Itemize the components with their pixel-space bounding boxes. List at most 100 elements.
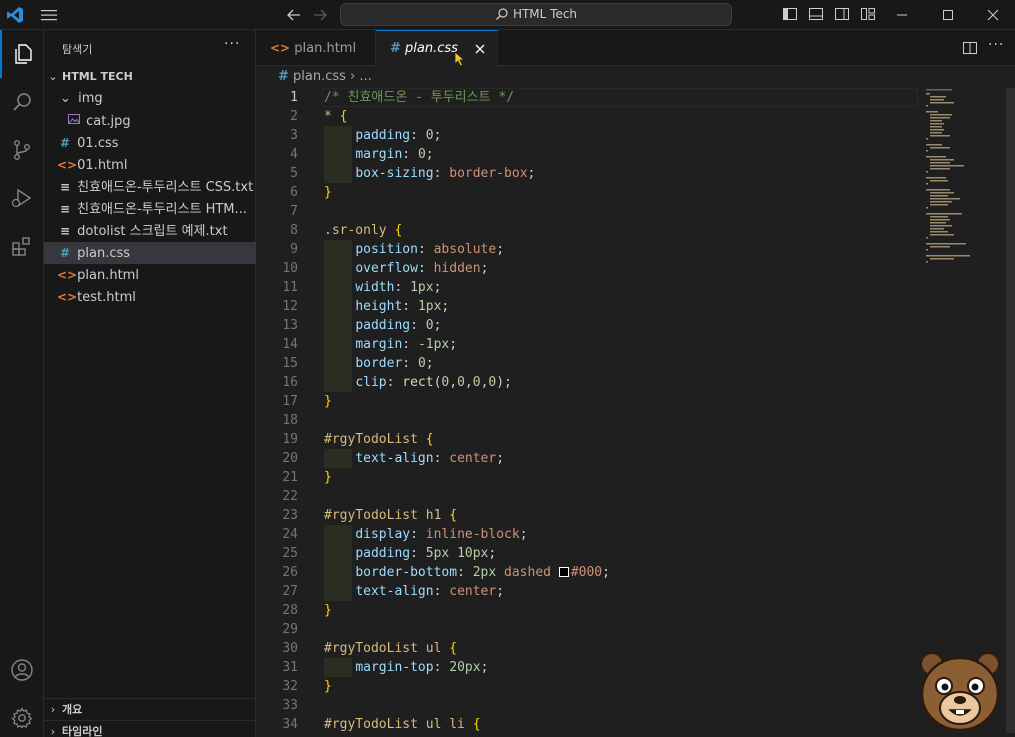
maximize-button[interactable]: [925, 0, 971, 30]
code-token: :: [433, 660, 450, 675]
html-file-icon: <>: [57, 268, 78, 282]
outline-section-header[interactable]: › 개요: [44, 698, 256, 720]
tree-item-01-html[interactable]: <> 01.html: [44, 154, 256, 176]
minimize-button[interactable]: [879, 0, 925, 30]
code-token: ;: [433, 128, 442, 143]
tab-plan-html[interactable]: <> plan.html: [256, 30, 376, 66]
code-line[interactable]: padding: 0;: [324, 316, 441, 335]
manage-button[interactable]: [0, 694, 44, 737]
code-line[interactable]: margin: 0;: [324, 145, 434, 164]
breadcrumb-file[interactable]: plan.css: [293, 69, 346, 84]
text-file-icon: ≡: [59, 202, 71, 216]
explorer-button[interactable]: [0, 30, 44, 78]
code-line[interactable]: * {: [324, 107, 347, 126]
code-line[interactable]: margin: -1px;: [324, 335, 457, 354]
code-token: ;: [425, 147, 434, 162]
tree-item-test-html[interactable]: <> test.html: [44, 286, 256, 308]
code-token: 0: [457, 375, 465, 390]
code-line[interactable]: .sr-only {: [324, 221, 402, 240]
code-line[interactable]: position: absolute;: [324, 240, 504, 259]
toggle-secondary-sidebar-icon[interactable]: [834, 6, 850, 22]
accounts-button[interactable]: [0, 646, 44, 694]
code-token: :: [402, 356, 418, 371]
code-line[interactable]: display: inline-block;: [324, 525, 527, 544]
back-arrow-icon[interactable]: [285, 6, 303, 24]
search-icon: [13, 93, 31, 111]
close-tab-icon[interactable]: [474, 43, 486, 55]
extensions-button[interactable]: [0, 222, 44, 270]
forward-arrow-icon[interactable]: [311, 6, 329, 24]
code-line[interactable]: /* 친효애드온 - 투두리스트 */: [324, 88, 514, 107]
code-line[interactable]: height: 1px;: [324, 297, 449, 316]
code-line[interactable]: margin-top: 20px;: [324, 658, 488, 677]
tree-item-plan-html[interactable]: <> plan.html: [44, 264, 256, 286]
account-icon: [11, 659, 33, 681]
split-editor-icon[interactable]: [962, 40, 978, 56]
code-line[interactable]: border: 0;: [324, 354, 433, 373]
title-bar: HTML Tech: [0, 0, 1015, 30]
code-line[interactable]: box-sizing: border-box;: [324, 164, 535, 183]
minimap[interactable]: [924, 88, 1002, 268]
code-line[interactable]: text-align: center;: [324, 449, 504, 468]
workspace-root-header[interactable]: ⌄ HTML TECH: [44, 66, 256, 88]
code-line[interactable]: padding: 0;: [324, 126, 441, 145]
chevron-down-icon: ⌄: [48, 70, 58, 83]
code-line[interactable]: #rgyTodoList ul {: [324, 639, 457, 658]
code-line[interactable]: padding: 5px 10px;: [324, 544, 496, 563]
line-number: 23: [282, 508, 298, 523]
code-line[interactable]: #rgyTodoList {: [324, 430, 434, 449]
code-line[interactable]: }: [324, 601, 332, 620]
code-line[interactable]: }: [324, 392, 332, 411]
breadcrumb-symbols[interactable]: ...: [359, 69, 371, 84]
code-line[interactable]: }: [324, 183, 332, 202]
color-swatch[interactable]: [558, 567, 569, 577]
close-window-button[interactable]: [970, 0, 1015, 30]
code-token: :: [417, 242, 434, 257]
menu-icon[interactable]: [40, 6, 58, 24]
code-token: #rgyTodoList ul li: [324, 717, 473, 732]
search-view-button[interactable]: [0, 78, 44, 126]
code-line[interactable]: width: 1px;: [324, 278, 441, 297]
line-number: 12: [282, 299, 298, 314]
code-token: text-align: [355, 451, 434, 466]
tree-item-cat-jpg[interactable]: cat.jpg: [44, 110, 256, 132]
tree-item-todo-css-txt[interactable]: ≡ 친효애드온-투두리스트 CSS.txt: [44, 176, 256, 198]
text-file-icon: ≡: [59, 180, 71, 194]
command-center-search[interactable]: HTML Tech: [340, 3, 732, 26]
code-token: }: [324, 394, 332, 409]
code-line[interactable]: border-bottom: 2px dashed #000;: [324, 563, 610, 582]
more-actions-button[interactable]: ···: [224, 36, 240, 52]
tree-item-label: 01.html: [77, 158, 128, 173]
code-line[interactable]: text-align: center;: [324, 582, 504, 601]
tree-item-label: dotolist 스크립트 예제.txt: [77, 224, 228, 239]
more-editor-actions-button[interactable]: ···: [988, 37, 1004, 53]
code-token: }: [324, 470, 332, 485]
tree-folder-img[interactable]: ⌄ img: [44, 88, 256, 110]
code-editor[interactable]: 1 2 3 4 5 6 7 8 9 10 11 12 13 14 15 16 17 18 19 20 21 22 23 24 2…: [256, 88, 1015, 737]
toggle-panel-icon[interactable]: [808, 6, 824, 22]
tree-item-plan-css[interactable]: # plan.css: [44, 242, 256, 264]
timeline-section-header[interactable]: › 타임라인: [44, 720, 256, 737]
tab-plan-css[interactable]: # plan.css: [376, 30, 498, 67]
vertical-scrollbar[interactable]: [1006, 88, 1015, 733]
code-line[interactable]: }: [324, 468, 332, 487]
code-line[interactable]: overflow: hidden;: [324, 259, 488, 278]
code-line[interactable]: }: [324, 677, 332, 696]
code-line[interactable]: #rgyTodoList h1 {: [324, 506, 457, 525]
line-number: 26: [282, 565, 298, 580]
tree-item-todo-html-txt[interactable]: ≡ 친효애드온-투두리스트 HTM...: [44, 198, 256, 220]
toggle-primary-sidebar-icon[interactable]: [782, 6, 798, 22]
code-line[interactable]: #rgyTodoList ul li {: [324, 715, 481, 734]
code-token: 0: [425, 318, 434, 333]
html-file-icon: <>: [57, 158, 78, 172]
tree-item-01-css[interactable]: # 01.css: [44, 132, 256, 154]
run-debug-button[interactable]: [0, 174, 44, 222]
line-number: 24: [282, 527, 298, 542]
customize-layout-icon[interactable]: [860, 6, 876, 22]
tree-item-dotolist-txt[interactable]: ≡ dotolist 스크립트 예제.txt: [44, 220, 256, 242]
code-line[interactable]: clip: rect(0,0,0,0);: [324, 373, 512, 392]
line-number: 25: [282, 546, 298, 561]
source-control-button[interactable]: [0, 126, 44, 174]
